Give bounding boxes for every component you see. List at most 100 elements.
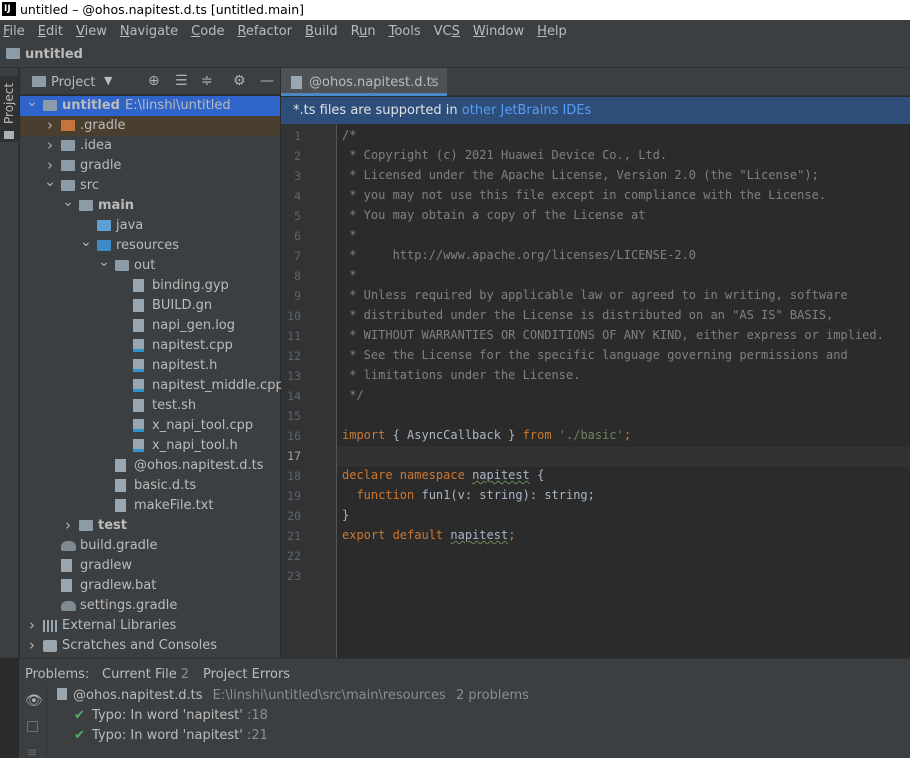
tree-item[interactable]: gradlew.bat bbox=[20, 576, 280, 596]
tree-item[interactable]: napitest_middle.cpp bbox=[20, 376, 284, 396]
filter-icon[interactable]: ≡ bbox=[27, 745, 37, 758]
folder-icon bbox=[79, 520, 93, 531]
tree-item-label: basic.d.ts bbox=[134, 478, 196, 493]
tree-item[interactable]: test.sh bbox=[20, 396, 280, 416]
menu-tools[interactable]: Tools bbox=[389, 24, 421, 39]
banner-link[interactable]: other JetBrains IDEs bbox=[462, 103, 592, 118]
tree-item-label: test.sh bbox=[152, 398, 196, 413]
menu-view[interactable]: View bbox=[76, 24, 107, 39]
tree-item[interactable]: gradlew bbox=[20, 556, 280, 576]
expand-all-icon[interactable]: ☰ bbox=[175, 73, 188, 89]
code-line[interactable]: export default napitest; bbox=[342, 528, 515, 542]
problem-item[interactable]: ✔ Typo: In word 'napitest' :21 bbox=[74, 728, 268, 743]
code-line[interactable]: /* bbox=[342, 128, 356, 142]
code-line[interactable]: * you may not use this file except in co… bbox=[342, 188, 826, 202]
project-tool-tab[interactable]: Project bbox=[0, 76, 19, 142]
tree-item[interactable]: › Scratches and Consoles bbox=[20, 636, 280, 656]
tab-project-errors[interactable]: Project Errors bbox=[203, 667, 290, 682]
code-token: * Licensed under the Apache License, Ver… bbox=[342, 168, 819, 182]
tree-item[interactable]: › External Libraries bbox=[20, 616, 280, 636]
code-line[interactable]: * Licensed under the Apache License, Ver… bbox=[342, 168, 819, 182]
menu-run[interactable]: Run bbox=[351, 24, 376, 39]
tree-item[interactable]: build.gradle bbox=[20, 536, 280, 556]
tree-item[interactable]: ⌄ untitled E:\linshi\untitled bbox=[20, 94, 280, 116]
tree-item-label: binding.gyp bbox=[152, 278, 229, 293]
tree-item[interactable]: ⌄ src bbox=[20, 174, 280, 196]
tree-item[interactable]: napitest.cpp bbox=[20, 336, 280, 356]
preview-icon[interactable] bbox=[27, 721, 38, 732]
menu-vcs[interactable]: VCS bbox=[434, 24, 460, 39]
tree-item[interactable]: napitest.h bbox=[20, 356, 280, 376]
menu-edit[interactable]: Edit bbox=[38, 24, 63, 39]
menu-refactor[interactable]: Refactor bbox=[237, 24, 292, 39]
code-line[interactable]: * distributed under the License is distr… bbox=[342, 308, 833, 322]
close-icon[interactable]: ✕ bbox=[429, 74, 439, 88]
code-line[interactable]: * You may obtain a copy of the License a… bbox=[342, 208, 645, 222]
tree-item[interactable]: › gradle bbox=[20, 156, 280, 176]
code-line[interactable]: */ bbox=[342, 388, 363, 402]
file-icon bbox=[133, 399, 144, 412]
code-line[interactable]: * bbox=[342, 268, 356, 282]
menu-help[interactable]: Help bbox=[537, 24, 567, 39]
code-line[interactable]: } bbox=[342, 508, 349, 522]
collapse-all-icon[interactable]: ≑ bbox=[201, 73, 213, 89]
code-line[interactable]: * Unless required by applicable law or a… bbox=[342, 288, 848, 302]
problem-item[interactable]: ✔ Typo: In word 'napitest' :18 bbox=[74, 708, 268, 723]
code-line[interactable]: * See the License for the specific langu… bbox=[342, 348, 848, 362]
chevron-right-icon[interactable]: › bbox=[44, 156, 56, 174]
tree-item[interactable]: napi_gen.log bbox=[20, 316, 280, 336]
chevron-right-icon[interactable]: › bbox=[44, 116, 56, 134]
chevron-down-icon[interactable]: ▼ bbox=[104, 74, 112, 87]
tree-item[interactable]: basic.d.ts bbox=[20, 476, 280, 496]
tree-item[interactable]: binding.gyp bbox=[20, 276, 280, 296]
tree-item[interactable]: › .gradle bbox=[20, 116, 280, 136]
eye-icon[interactable]: 👁 bbox=[25, 693, 43, 709]
chevron-down-icon[interactable]: ⌄ bbox=[62, 194, 74, 210]
tree-item[interactable]: x_napi_tool.h bbox=[20, 436, 280, 456]
gear-icon[interactable]: ⚙ bbox=[233, 73, 246, 89]
menu-build[interactable]: Build bbox=[305, 24, 338, 39]
code-line[interactable]: declare namespace napitest { bbox=[342, 468, 544, 482]
chevron-right-icon[interactable]: › bbox=[62, 516, 74, 534]
chevron-down-icon[interactable]: ⌄ bbox=[80, 234, 92, 250]
code-line[interactable]: * Copyright (c) 2021 Huawei Device Co., … bbox=[342, 148, 667, 162]
line-number: 6 bbox=[294, 229, 301, 243]
code-line[interactable]: * bbox=[342, 228, 356, 242]
chevron-right-icon[interactable]: › bbox=[26, 616, 38, 634]
tree-item[interactable]: settings.gradle bbox=[20, 596, 280, 616]
tree-item[interactable]: makeFile.txt bbox=[20, 496, 280, 516]
project-view-selector[interactable]: Project bbox=[51, 75, 95, 90]
problem-file-row[interactable]: @ohos.napitest.d.ts E:\linshi\untitled\s… bbox=[57, 688, 529, 703]
code-line[interactable]: * WITHOUT WARRANTIES OR CONDITIONS OF AN… bbox=[342, 328, 884, 342]
tree-item[interactable]: x_napi_tool.cpp bbox=[20, 416, 280, 436]
code-line[interactable]: * limitations under the License. bbox=[342, 368, 580, 382]
code-line[interactable]: import { AsyncCallback } from './basic'; bbox=[342, 428, 631, 442]
chevron-right-icon[interactable]: › bbox=[26, 636, 38, 654]
code-line[interactable]: * http://www.apache.org/licenses/LICENSE… bbox=[342, 248, 696, 262]
code-line[interactable]: function fun1(v: string): string; bbox=[342, 488, 594, 502]
menu-navigate[interactable]: Navigate bbox=[120, 24, 178, 39]
intellij-logo-icon: IJ bbox=[2, 2, 16, 16]
breadcrumb-project[interactable]: untitled bbox=[25, 47, 83, 62]
tree-item[interactable]: @ohos.napitest.d.ts bbox=[20, 456, 280, 476]
tree-item[interactable]: › test bbox=[20, 516, 280, 536]
chevron-down-icon[interactable]: ⌄ bbox=[26, 94, 38, 110]
chevron-down-icon[interactable]: ⌄ bbox=[98, 254, 110, 270]
tree-item[interactable]: ⌄ out bbox=[20, 254, 280, 276]
tree-item[interactable]: › .idea bbox=[20, 136, 280, 156]
hide-panel-icon[interactable]: — bbox=[260, 73, 274, 89]
code-editor[interactable]: /* * Copyright (c) 2021 Huawei Device Co… bbox=[337, 124, 910, 658]
tree-item[interactable]: ⌄ resources bbox=[20, 234, 280, 256]
tree-item-name: gradlew bbox=[80, 558, 133, 573]
chevron-down-icon[interactable]: ⌄ bbox=[44, 174, 56, 190]
menu-file[interactable]: File bbox=[3, 24, 25, 39]
tree-item[interactable]: ⌄ main bbox=[20, 194, 280, 216]
problems-label: Problems: bbox=[25, 667, 90, 682]
editor-tab-active[interactable]: @ohos.napitest.d.ts ✕ bbox=[281, 68, 447, 96]
menu-window[interactable]: Window bbox=[473, 24, 524, 39]
locate-icon[interactable]: ⊕ bbox=[148, 73, 160, 89]
chevron-right-icon[interactable]: › bbox=[44, 136, 56, 154]
tree-item[interactable]: java bbox=[20, 216, 280, 236]
tree-item[interactable]: BUILD.gn bbox=[20, 296, 280, 316]
menu-code[interactable]: Code bbox=[191, 24, 224, 39]
